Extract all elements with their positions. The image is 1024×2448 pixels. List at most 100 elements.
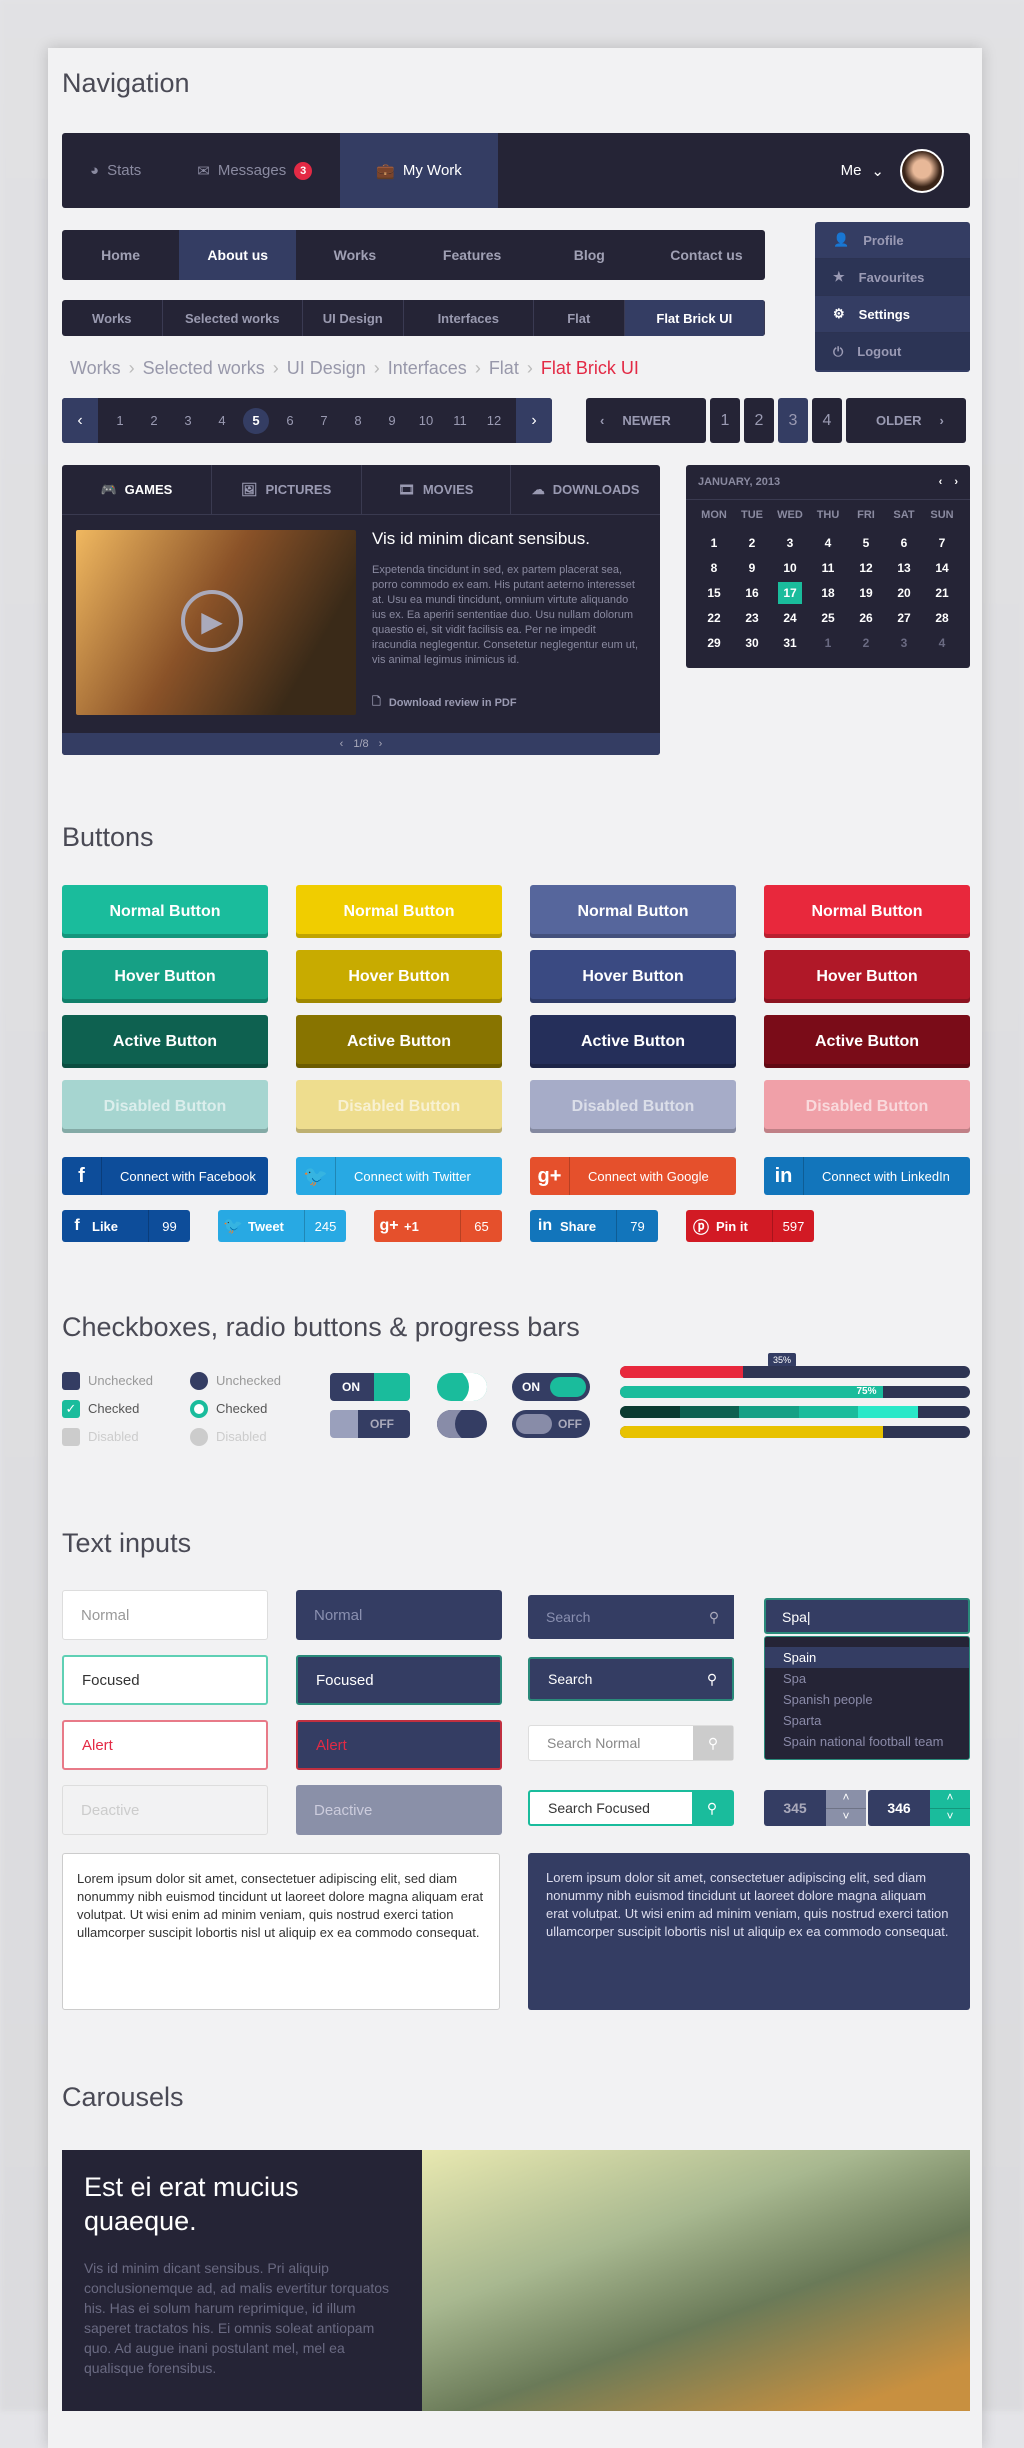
button-normal[interactable]: Normal Button [764, 885, 970, 938]
crumb-link[interactable]: Interfaces [388, 358, 467, 379]
menu-features[interactable]: Features [414, 230, 531, 280]
textarea-light[interactable]: Lorem ipsum dolor sit amet, consectetuer… [62, 1853, 500, 2010]
calendar-day[interactable]: 2 [847, 630, 885, 655]
prev-page-button[interactable]: ‹ [62, 398, 98, 443]
autocomplete-option[interactable]: Spa [765, 1668, 969, 1689]
toggle-on[interactable]: ON [330, 1373, 410, 1401]
next-icon[interactable]: › [379, 738, 383, 750]
calendar-day[interactable]: 24 [771, 605, 809, 630]
share-button[interactable]: 🐦 Tweet 245 [218, 1210, 346, 1242]
button-active[interactable]: Active Button [530, 1015, 736, 1068]
radio-button[interactable] [190, 1400, 208, 1418]
calendar-day[interactable]: 22 [695, 605, 733, 630]
button-active[interactable]: Active Button [62, 1015, 268, 1068]
dropdown-favourites[interactable]: ★ Favourites [815, 259, 970, 296]
search-icon[interactable]: ⚲ [693, 1726, 733, 1760]
pager-page[interactable]: 4 [812, 398, 842, 443]
crumb[interactable]: Selected works [163, 300, 303, 336]
page-link[interactable]: 9 [375, 413, 409, 428]
nav-my-work[interactable]: 💼 My Work [340, 133, 498, 208]
calendar-day[interactable]: 16 [733, 580, 771, 605]
autocomplete-option[interactable]: Spain [765, 1647, 969, 1668]
dark-input-alert[interactable]: Alert [296, 1720, 502, 1770]
calendar-day[interactable]: 9 [733, 555, 771, 580]
toggle-off[interactable]: OFF [330, 1410, 410, 1438]
button-normal[interactable]: Normal Button [296, 885, 502, 938]
button-active[interactable]: Active Button [764, 1015, 970, 1068]
calendar-day[interactable]: 27 [885, 605, 923, 630]
crumb-link[interactable]: Selected works [143, 358, 265, 379]
calendar-day[interactable]: 7 [923, 530, 961, 555]
page-link[interactable]: 6 [273, 413, 307, 428]
nav-messages[interactable]: ✉ Messages 3 [169, 133, 340, 208]
share-button[interactable]: g+ +1 65 [374, 1210, 502, 1242]
page-link[interactable]: 5 [243, 407, 269, 434]
calendar-day[interactable]: 15 [695, 580, 733, 605]
crumb[interactable]: Interfaces [404, 300, 534, 336]
prev-month-button[interactable]: ‹ [939, 476, 943, 488]
crumb-link[interactable]: Works [70, 358, 121, 379]
increment-icon[interactable]: ˄ [826, 1790, 866, 1809]
share-button[interactable]: in Share 79 [530, 1210, 658, 1242]
calendar-day[interactable]: 19 [847, 580, 885, 605]
button-hover[interactable]: Hover Button [764, 950, 970, 1003]
calendar-day[interactable]: 29 [695, 630, 733, 655]
menu-contact[interactable]: Contact us [648, 230, 765, 280]
search-icon[interactable]: ⚲ [694, 1595, 734, 1639]
calendar-day[interactable]: 26 [847, 605, 885, 630]
increment-icon[interactable]: ˄ [930, 1790, 970, 1809]
calendar-day[interactable]: 23 [733, 605, 771, 630]
nav-stats[interactable]: ◕ Stats [62, 133, 169, 208]
download-pdf-link[interactable]: 🗋 Download review in PDF [372, 693, 517, 712]
search-input[interactable]: Search Normal ⚲ [528, 1725, 734, 1761]
search-icon[interactable]: ⚲ [692, 1659, 732, 1699]
calendar-day[interactable]: 20 [885, 580, 923, 605]
page-link[interactable]: 11 [443, 413, 477, 428]
crumb[interactable]: Flat [534, 300, 625, 336]
tab-downloads[interactable]: ☁ DOWNLOADS [511, 465, 660, 514]
switch-on[interactable] [437, 1373, 487, 1401]
calendar-day[interactable]: 8 [695, 555, 733, 580]
menu-works[interactable]: Works [296, 230, 413, 280]
page-link[interactable]: 4 [205, 413, 239, 428]
crumb-link[interactable]: Flat [489, 358, 519, 379]
dark-input-normal[interactable]: Normal [296, 1590, 502, 1640]
menu-blog[interactable]: Blog [531, 230, 648, 280]
calendar-day[interactable]: 18 [809, 580, 847, 605]
calendar-day[interactable]: 12 [847, 555, 885, 580]
next-page-button[interactable]: › [516, 398, 552, 443]
number-stepper[interactable]: 346 ˄ ˅ [868, 1790, 970, 1826]
pager-page[interactable]: 2 [744, 398, 774, 443]
page-link[interactable]: 2 [137, 413, 171, 428]
calendar-day[interactable]: 6 [885, 530, 923, 555]
user-menu[interactable]: Me ⌄ [841, 148, 970, 193]
calendar-day[interactable]: 4 [809, 530, 847, 555]
autocomplete-input[interactable]: Spa| [764, 1598, 970, 1634]
decrement-icon[interactable]: ˅ [930, 1809, 970, 1827]
older-button[interactable]: OLDER › [846, 398, 966, 443]
next-month-button[interactable]: › [954, 476, 958, 488]
search-input[interactable]: Search Focused ⚲ [528, 1790, 734, 1826]
calendar-day[interactable]: 31 [771, 630, 809, 655]
crumb-link[interactable]: UI Design [287, 358, 366, 379]
prev-icon[interactable]: ‹ [340, 738, 344, 750]
page-link[interactable]: 10 [409, 413, 443, 428]
menu-home[interactable]: Home [62, 230, 179, 280]
dropdown-profile[interactable]: 👤 Profile [815, 222, 970, 259]
play-icon[interactable]: ▶ [181, 590, 243, 652]
slide-toggle-off[interactable]: OFF [512, 1410, 590, 1438]
connect-button[interactable]: g+ Connect with Google [530, 1157, 736, 1195]
page-link[interactable]: 1 [103, 413, 137, 428]
text-input-focused[interactable]: Focused [62, 1655, 268, 1705]
autocomplete-option[interactable]: Sparta [765, 1710, 969, 1731]
text-input-normal[interactable]: Normal [62, 1590, 268, 1640]
search-icon[interactable]: ⚲ [692, 1792, 732, 1824]
search-input[interactable]: Search ⚲ [528, 1657, 734, 1701]
tab-games[interactable]: 🎮 GAMES [62, 465, 212, 514]
calendar-day[interactable]: 4 [923, 630, 961, 655]
page-link[interactable]: 7 [307, 413, 341, 428]
dark-input-focused[interactable]: Focused [296, 1655, 502, 1705]
page-link[interactable]: 12 [477, 413, 511, 428]
pager-page[interactable]: 3 [778, 398, 808, 443]
autocomplete-option[interactable]: Spanish people [765, 1689, 969, 1710]
